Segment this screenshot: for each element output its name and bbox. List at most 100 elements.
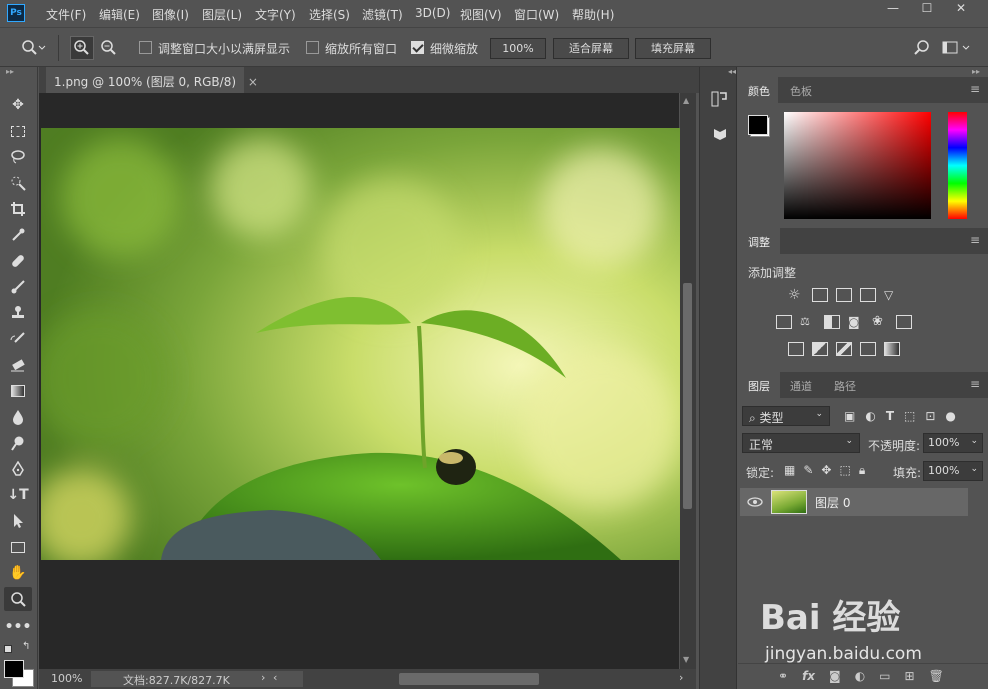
- menu-3d[interactable]: 3D(D): [415, 6, 450, 20]
- filter-pixel-icon[interactable]: ▣: [844, 409, 855, 423]
- exposure-icon[interactable]: [860, 288, 876, 302]
- crop-tool-icon[interactable]: [4, 197, 32, 221]
- status-zoom[interactable]: 100%: [51, 672, 82, 685]
- zoom-out-icon[interactable]: [100, 39, 118, 57]
- history-brush-tool-icon[interactable]: [4, 327, 32, 351]
- lock-pixels-icon[interactable]: ✎: [803, 463, 813, 478]
- gradient-tool-icon[interactable]: [4, 379, 32, 403]
- tab-channels[interactable]: 通道: [780, 372, 820, 398]
- document-image[interactable]: [41, 128, 680, 560]
- opacity-input[interactable]: 100% ⌄: [923, 433, 983, 453]
- menu-view[interactable]: 视图(V): [460, 6, 502, 23]
- tab-adjustments[interactable]: 调整: [738, 228, 780, 254]
- invert-icon[interactable]: [788, 342, 804, 356]
- filter-toggle-icon[interactable]: ●: [945, 409, 955, 423]
- layer-mask-icon[interactable]: ◙: [829, 669, 841, 683]
- fill-input[interactable]: 100% ⌄: [923, 461, 983, 481]
- color-lookup-icon[interactable]: [896, 315, 912, 329]
- threshold-icon[interactable]: [836, 342, 852, 356]
- type-tool-icon[interactable]: ↓T: [4, 483, 32, 507]
- quick-selection-tool-icon[interactable]: [4, 171, 32, 195]
- layer-filter-select[interactable]: ⌕ 类型 ⌄: [742, 406, 830, 426]
- filter-shape-icon[interactable]: ⬚: [904, 409, 915, 423]
- menu-window[interactable]: 窗口(W): [514, 6, 559, 23]
- vibrance-icon[interactable]: ▽: [884, 288, 900, 302]
- panels-collapse-icon[interactable]: ▸▸: [972, 67, 980, 76]
- dock-collapse-icon[interactable]: ◂◂: [728, 67, 736, 76]
- layer-name[interactable]: 图层 0: [815, 494, 850, 511]
- history-panel-icon[interactable]: [710, 89, 728, 109]
- brush-tool-icon[interactable]: [4, 275, 32, 299]
- fill-screen-button[interactable]: 填充屏幕: [635, 38, 711, 59]
- new-group-icon[interactable]: ▭: [879, 669, 890, 683]
- black-white-icon[interactable]: [824, 315, 840, 329]
- vertical-scrollbar[interactable]: ▲ ▼: [680, 93, 696, 669]
- color-panel-menu-icon[interactable]: ≡: [970, 82, 980, 96]
- move-tool-icon[interactable]: ✥: [4, 93, 32, 117]
- tab-color[interactable]: 颜色: [738, 77, 778, 103]
- workspace-icon[interactable]: [942, 40, 972, 56]
- path-selection-tool-icon[interactable]: [4, 509, 32, 533]
- swap-colors-icon[interactable]: ↰: [22, 641, 30, 652]
- color-balance-icon[interactable]: ⚖: [800, 315, 816, 329]
- hand-tool-icon[interactable]: ✋: [4, 561, 32, 585]
- rectangle-tool-icon[interactable]: [4, 535, 32, 559]
- zoom-tool-preset-icon[interactable]: [20, 39, 46, 57]
- gradient-map-icon[interactable]: [884, 342, 900, 356]
- tab-layers[interactable]: 图层: [738, 372, 780, 398]
- filter-adjustment-icon[interactable]: ◐: [865, 409, 875, 423]
- lasso-tool-icon[interactable]: [4, 145, 32, 169]
- menu-file[interactable]: 文件(F): [46, 6, 86, 23]
- resize-windows-checkbox[interactable]: [139, 41, 152, 54]
- toolbar-collapse-icon[interactable]: ▸▸: [6, 67, 14, 76]
- menu-layer[interactable]: 图层(L): [202, 6, 242, 23]
- lock-all-icon[interactable]: 🔒︎: [859, 463, 865, 478]
- color-panel-foreground-swatch[interactable]: [748, 115, 768, 135]
- layers-menu-icon[interactable]: ≡: [970, 377, 980, 391]
- zoom-tool-icon[interactable]: [4, 587, 32, 611]
- layer-style-icon[interactable]: fx: [802, 669, 815, 683]
- adjustments-menu-icon[interactable]: ≡: [970, 233, 980, 247]
- zoom-percent-button[interactable]: 100%: [490, 38, 546, 59]
- selective-color-icon[interactable]: [860, 342, 876, 356]
- blur-tool-icon[interactable]: [4, 405, 32, 429]
- lock-artboard-icon[interactable]: ⬚: [839, 463, 850, 478]
- horizontal-scroll-thumb[interactable]: [399, 673, 539, 685]
- curves-icon[interactable]: [836, 288, 852, 302]
- vertical-scroll-thumb[interactable]: [683, 283, 692, 509]
- marquee-tool-icon[interactable]: [4, 119, 32, 143]
- close-window-button[interactable]: ✕: [944, 0, 978, 18]
- tab-paths[interactable]: 路径: [824, 372, 864, 398]
- photo-filter-icon[interactable]: ◙: [848, 315, 864, 329]
- menu-image[interactable]: 图像(I): [152, 6, 189, 23]
- close-tab-icon[interactable]: ×: [248, 75, 258, 89]
- new-layer-icon[interactable]: ⊞: [905, 669, 915, 683]
- fit-screen-button[interactable]: 适合屏幕: [553, 38, 629, 59]
- blend-mode-select[interactable]: 正常 ⌄: [742, 433, 860, 453]
- menu-select[interactable]: 选择(S): [309, 6, 350, 23]
- eyedropper-tool-icon[interactable]: [4, 223, 32, 247]
- delete-layer-icon[interactable]: 🗑︎: [929, 669, 944, 683]
- levels-icon[interactable]: [812, 288, 828, 302]
- properties-panel-icon[interactable]: [710, 127, 728, 147]
- minimize-button[interactable]: —: [876, 0, 910, 18]
- menu-type[interactable]: 文字(Y): [255, 6, 296, 23]
- foreground-color-swatch[interactable]: [4, 660, 24, 678]
- default-colors-icon[interactable]: [4, 645, 12, 653]
- visibility-eye-icon[interactable]: [747, 496, 763, 508]
- menu-help[interactable]: 帮助(H): [572, 6, 614, 23]
- link-layers-icon[interactable]: ⚭: [778, 669, 788, 683]
- status-arrow-icon[interactable]: ›: [261, 671, 265, 684]
- maximize-button[interactable]: ☐: [910, 0, 944, 18]
- eraser-tool-icon[interactable]: [4, 353, 32, 377]
- scroll-right-icon[interactable]: ›: [679, 671, 683, 684]
- pen-tool-icon[interactable]: [4, 457, 32, 481]
- scrubby-zoom-checkbox[interactable]: [411, 41, 424, 54]
- dodge-tool-icon[interactable]: [4, 431, 32, 455]
- menu-filter[interactable]: 滤镜(T): [362, 6, 403, 23]
- zoom-in-icon[interactable]: [73, 39, 91, 57]
- menu-edit[interactable]: 编辑(E): [99, 6, 140, 23]
- filter-smartobject-icon[interactable]: ⊡: [925, 409, 935, 423]
- tab-swatches[interactable]: 色板: [780, 77, 820, 103]
- color-field[interactable]: [784, 112, 931, 219]
